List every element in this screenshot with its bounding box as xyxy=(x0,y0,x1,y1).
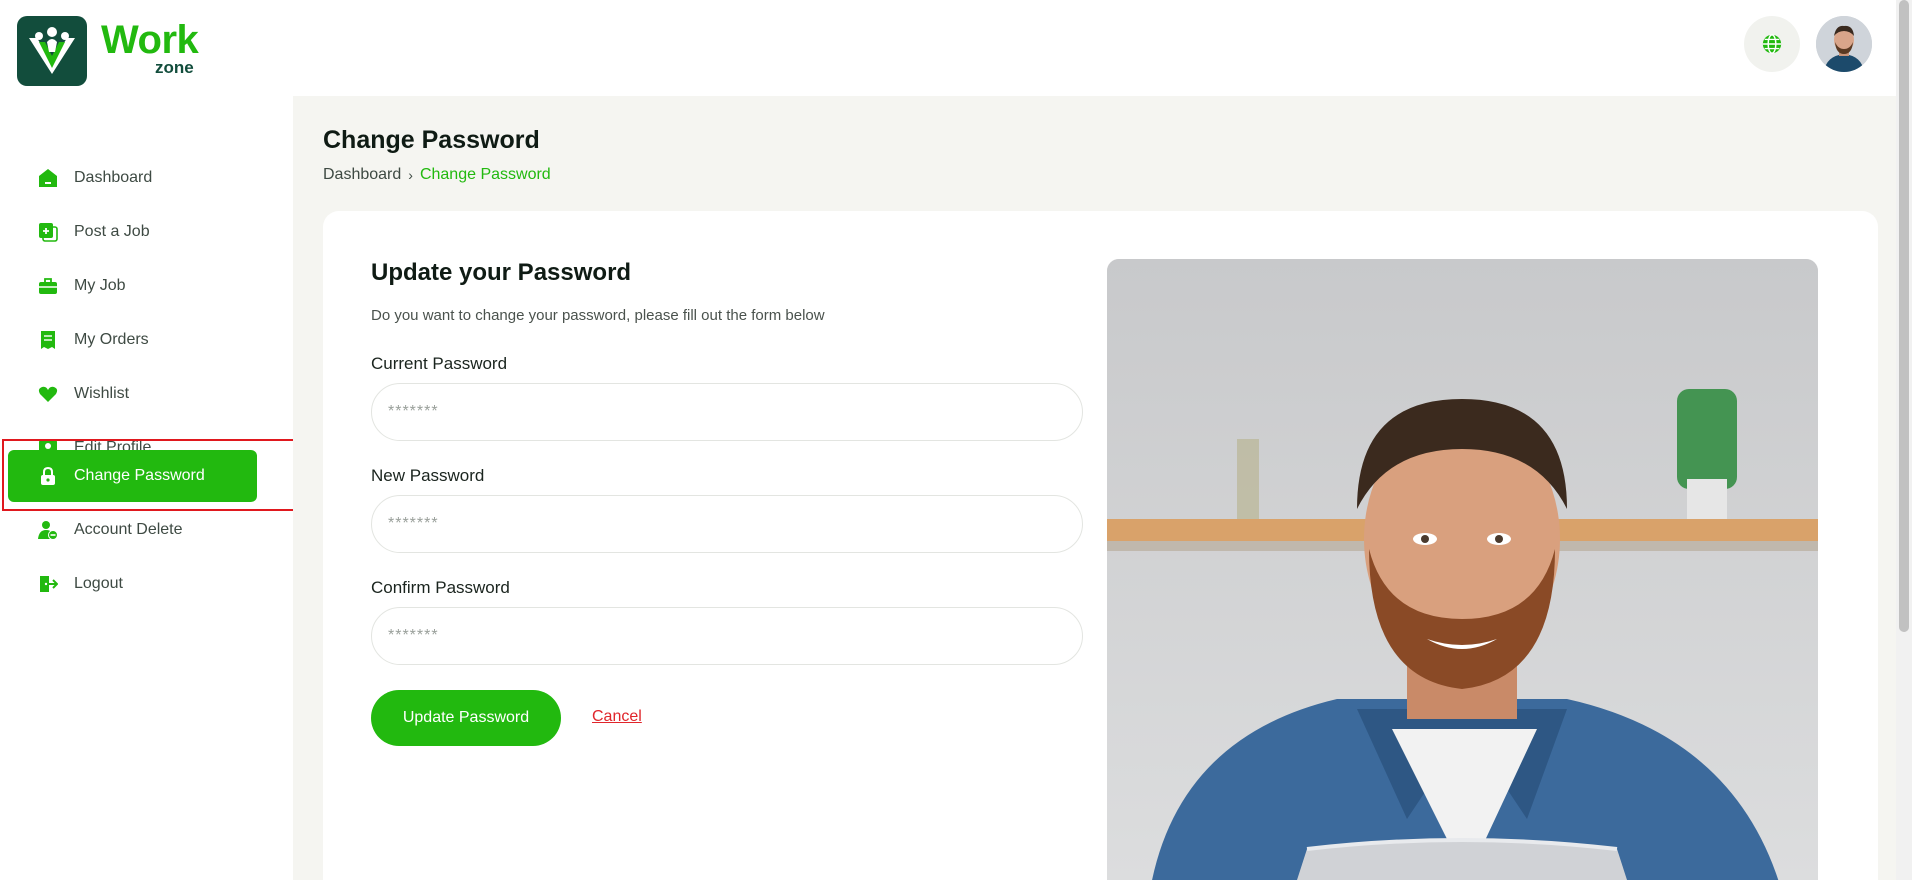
house-icon xyxy=(38,168,58,188)
briefcase-icon xyxy=(38,276,58,296)
sidebar-nav: Dashboard Post a Job My Job My Orders Wi… xyxy=(0,96,293,880)
main-content: Change Password Dashboard › Change Passw… xyxy=(293,96,1896,880)
breadcrumb-home-link[interactable]: Dashboard xyxy=(323,166,401,184)
globe-icon xyxy=(1762,34,1782,54)
user-remove-icon xyxy=(38,520,58,540)
heart-icon xyxy=(38,384,58,404)
form-description: Do you want to change your password, ple… xyxy=(371,307,825,324)
sidebar-item-account-delete[interactable]: Account Delete xyxy=(8,504,257,556)
brand-logo[interactable]: Work zone xyxy=(17,16,201,86)
sidebar-item-change-password[interactable]: Change Password xyxy=(8,450,257,502)
page-title: Change Password xyxy=(323,126,540,154)
logo-mark-icon xyxy=(17,16,87,86)
sidebar-item-label: Change Password xyxy=(74,467,205,484)
new-password-input[interactable] xyxy=(371,495,1083,553)
form-title: Update your Password xyxy=(371,259,632,286)
sidebar-item-label: Post a Job xyxy=(74,223,150,240)
app-root: Work zone Dashboard Post a Job My Job My… xyxy=(0,0,1912,880)
current-password-label: Current Password xyxy=(371,354,508,373)
update-password-button[interactable]: Update Password xyxy=(371,690,561,746)
logo-work-text: Work xyxy=(101,18,199,62)
language-button[interactable] xyxy=(1744,16,1800,72)
breadcrumb-separator: › xyxy=(408,167,413,183)
cancel-link[interactable]: Cancel xyxy=(592,708,642,726)
logo-zone-text: zone xyxy=(155,58,194,77)
sidebar-item-my-orders[interactable]: My Orders xyxy=(8,314,257,366)
sidebar-item-my-job[interactable]: My Job xyxy=(8,260,257,312)
sidebar-item-post-a-job[interactable]: Post a Job xyxy=(8,206,257,258)
confirm-password-input[interactable] xyxy=(371,607,1083,665)
new-password-label: New Password xyxy=(371,466,485,485)
breadcrumb: Dashboard › Change Password xyxy=(323,166,551,184)
logout-icon xyxy=(38,574,58,594)
scrollbar-thumb[interactable] xyxy=(1899,0,1909,632)
password-card: Update your Password Do you want to chan… xyxy=(323,211,1878,880)
breadcrumb-current: Change Password xyxy=(419,166,551,183)
confirm-password-label: Confirm Password xyxy=(371,578,510,597)
sidebar-item-wishlist[interactable]: Wishlist xyxy=(8,368,257,420)
logo-text: Work zone xyxy=(101,16,201,86)
sidebar-item-dashboard[interactable]: Dashboard xyxy=(8,152,257,204)
user-avatar[interactable] xyxy=(1816,16,1872,72)
sidebar-item-logout[interactable]: Logout xyxy=(8,558,257,610)
receipt-icon xyxy=(38,330,58,350)
sidebar-item-label: Wishlist xyxy=(74,385,130,402)
sidebar-item-label: My Orders xyxy=(74,331,149,348)
add-document-icon xyxy=(38,222,58,242)
smiling-man-photo xyxy=(1107,259,1818,880)
current-password-input[interactable] xyxy=(371,383,1083,441)
sidebar-item-label: My Job xyxy=(74,277,126,294)
page-scrollbar[interactable] xyxy=(1896,0,1912,880)
sidebar-item-label: Dashboard xyxy=(74,169,153,186)
top-header: Work zone xyxy=(0,0,1896,96)
lock-icon xyxy=(38,466,58,486)
sidebar-item-label: Account Delete xyxy=(74,521,183,538)
sidebar-item-label: Logout xyxy=(74,575,123,592)
